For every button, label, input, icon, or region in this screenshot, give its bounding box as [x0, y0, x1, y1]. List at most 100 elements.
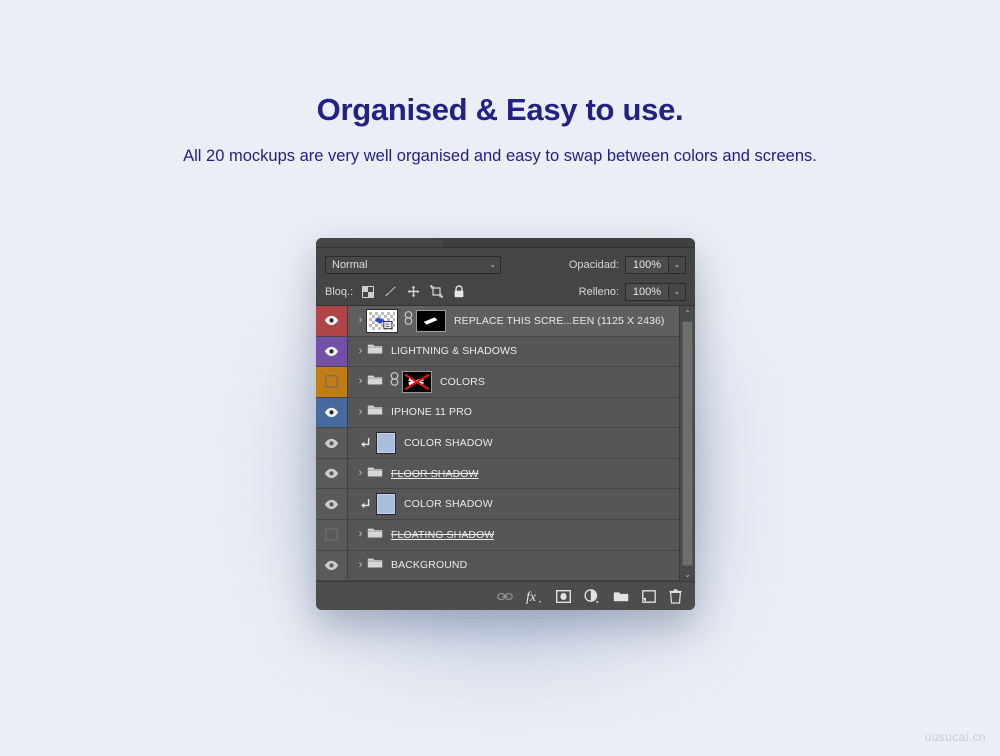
layer-name[interactable]: BACKGROUND	[387, 559, 467, 571]
folder-icon	[367, 556, 383, 574]
layer-row[interactable]: › COLORS	[316, 367, 679, 398]
layer-row-body[interactable]: › IPHONE 11 PRO	[348, 398, 679, 428]
new-group-icon[interactable]	[613, 590, 629, 602]
opacity-input[interactable]: 100%	[625, 255, 669, 274]
watermark: uusucai.cn	[924, 730, 986, 744]
folder-icon	[367, 403, 383, 421]
fill-stepper[interactable]: ⌄	[669, 282, 686, 301]
transparency-lock-icon[interactable]	[362, 285, 375, 298]
layer-row-body[interactable]: › FLOOR SHADOW	[348, 459, 679, 489]
layer-row[interactable]: › BACKGROUND	[316, 550, 679, 581]
scroll-up-icon[interactable]: ⌃	[680, 306, 695, 320]
layer-row[interactable]: › LIGHTNING & SHADOWS	[316, 336, 679, 368]
layer-row-body[interactable]: › BACKGROUND	[348, 551, 679, 581]
lock-label: Bloq.:	[325, 285, 354, 298]
layer-thumbnail[interactable]	[376, 493, 396, 516]
new-layer-icon[interactable]	[642, 589, 656, 603]
layer-visibility-eye-icon[interactable]	[316, 336, 348, 367]
chevron-down-icon: ⌄	[489, 259, 496, 269]
smart-object-thumbnail[interactable]	[366, 308, 398, 333]
lock-icon-group	[362, 285, 465, 298]
layer-row[interactable]: COLOR SHADOW	[316, 489, 679, 520]
blend-mode-select[interactable]: Normal ⌄	[325, 255, 501, 274]
clipping-mask-arrow-icon	[354, 437, 376, 450]
layer-row[interactable]: › FLOATING SHADOW	[316, 519, 679, 551]
layer-visibility-eye-icon[interactable]	[316, 550, 348, 581]
layer-visibility-eye-icon[interactable]	[316, 428, 348, 458]
layer-row-body[interactable]: › REPLACE THIS SCRE...EEN (1125 X 2436)	[348, 306, 679, 336]
panel-controls: Normal ⌄ Opacidad: 100% ⌄ Bloq.: Relleno…	[316, 248, 695, 305]
layer-name[interactable]: FLOATING SHADOW	[387, 529, 494, 541]
layer-visibility-off-icon[interactable]	[316, 367, 348, 397]
layer-row-body[interactable]: › COLORS	[348, 367, 679, 397]
folder-icon	[367, 465, 383, 483]
panel-tab-strip[interactable]	[316, 238, 695, 248]
page-subtitle: All 20 mockups are very well organised a…	[183, 147, 817, 165]
chevron-right-icon[interactable]: ›	[354, 406, 367, 418]
layer-row[interactable]: › FLOOR SHADOW	[316, 458, 679, 490]
layer-mask-thumbnail[interactable]	[416, 309, 446, 332]
opacity-stepper[interactable]: ⌄	[669, 255, 686, 274]
move-lock-icon[interactable]	[407, 285, 420, 298]
scroll-down-icon[interactable]: ⌄	[680, 567, 695, 581]
hero-section: Organised & Easy to use. All 20 mockups …	[0, 0, 1000, 166]
blend-opacity-row: Normal ⌄ Opacidad: 100% ⌄	[325, 251, 686, 278]
new-adjustment-layer-icon[interactable]	[584, 588, 600, 604]
brush-lock-icon[interactable]	[384, 285, 397, 298]
chevron-right-icon[interactable]: ›	[354, 559, 367, 571]
lock-fill-row: Bloq.: Relleno: 100% ⌄	[325, 278, 686, 305]
chevron-down-icon: ⌄	[673, 259, 681, 269]
layer-row-body[interactable]: › FLOATING SHADOW	[348, 520, 679, 550]
layer-visibility-eye-icon[interactable]	[316, 458, 348, 489]
layer-name[interactable]: REPLACE THIS SCRE...EEN (1125 X 2436)	[450, 315, 664, 327]
artboard-lock-icon[interactable]	[430, 285, 443, 298]
layer-name[interactable]: COLORS	[436, 376, 485, 388]
page-title: Organised & Easy to use.	[316, 92, 684, 127]
chevron-right-icon[interactable]: ›	[354, 345, 367, 357]
chevron-right-icon[interactable]: ›	[354, 315, 367, 326]
layer-name[interactable]: COLOR SHADOW	[400, 498, 493, 510]
layer-visibility-eye-icon[interactable]	[316, 397, 348, 428]
disabled-layer-mask-thumbnail[interactable]	[402, 370, 432, 393]
layer-list-container: › REPLACE THIS SCRE...EEN (1125 X 2436) › L…	[316, 305, 695, 581]
folder-icon	[367, 526, 383, 544]
layer-visibility-eye-icon[interactable]	[316, 306, 348, 336]
layer-name[interactable]: COLOR SHADOW	[400, 437, 493, 449]
delete-layer-icon[interactable]	[669, 588, 682, 604]
layers-panel-footer: fx	[316, 581, 695, 610]
layer-list: › REPLACE THIS SCRE...EEN (1125 X 2436) › L…	[316, 306, 679, 581]
scrollbar-thumb[interactable]	[682, 321, 693, 566]
layer-thumbnail[interactable]	[376, 432, 396, 455]
layer-row-body[interactable]: COLOR SHADOW	[348, 489, 679, 519]
folder-icon	[367, 342, 383, 360]
fill-input[interactable]: 100%	[625, 282, 669, 301]
chevron-right-icon[interactable]: ›	[354, 529, 367, 540]
chevron-down-icon: ⌄	[673, 286, 681, 296]
layer-name[interactable]: IPHONE 11 PRO	[387, 406, 472, 418]
link-mask-icon[interactable]	[390, 372, 399, 391]
layer-visibility-off-icon[interactable]	[316, 519, 348, 550]
lock-all-icon[interactable]	[453, 285, 465, 298]
layer-row[interactable]: COLOR SHADOW	[316, 428, 679, 459]
link-mask-icon[interactable]	[404, 311, 413, 330]
layer-name[interactable]: FLOOR SHADOW	[387, 468, 479, 480]
layer-row-body[interactable]: › LIGHTNING & SHADOWS	[348, 337, 679, 367]
svg-text:fx: fx	[526, 590, 537, 604]
clipping-mask-arrow-icon	[354, 498, 376, 511]
layer-list-scrollbar[interactable]: ⌃ ⌄	[679, 306, 695, 581]
layer-row-body[interactable]: COLOR SHADOW	[348, 428, 679, 458]
add-layer-mask-icon[interactable]	[556, 589, 571, 603]
chevron-right-icon[interactable]: ›	[354, 376, 367, 387]
photoshop-layers-panel: Normal ⌄ Opacidad: 100% ⌄ Bloq.: Relleno…	[316, 238, 695, 610]
layer-name[interactable]: LIGHTNING & SHADOWS	[387, 345, 517, 357]
layer-row[interactable]: › IPHONE 11 PRO	[316, 397, 679, 429]
layer-visibility-eye-icon[interactable]	[316, 489, 348, 519]
folder-icon	[367, 373, 383, 391]
opacity-label: Opacidad:	[568, 258, 619, 271]
blend-mode-value: Normal	[332, 258, 368, 271]
fill-label: Relleno:	[578, 285, 619, 298]
chevron-right-icon[interactable]: ›	[354, 468, 367, 479]
layer-row[interactable]: › REPLACE THIS SCRE...EEN (1125 X 2436)	[316, 306, 679, 337]
link-layers-icon[interactable]	[497, 591, 513, 602]
layer-styles-fx-icon[interactable]: fx	[526, 589, 543, 604]
